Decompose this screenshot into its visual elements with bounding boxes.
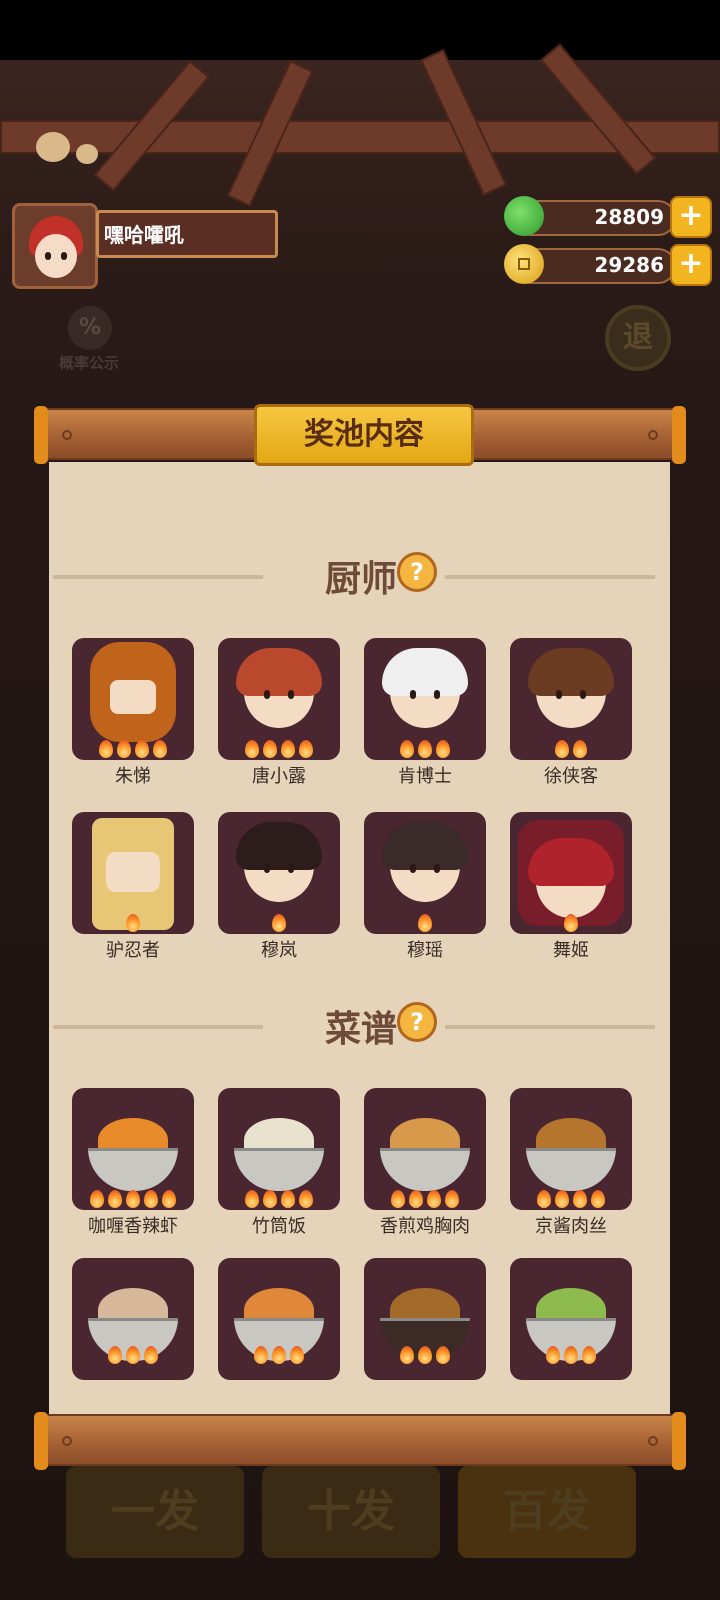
recipe-card[interactable] bbox=[510, 1258, 632, 1380]
chef-name: 穆瑶 bbox=[407, 940, 443, 961]
recipe-card[interactable] bbox=[510, 1088, 632, 1210]
chef-card[interactable] bbox=[218, 638, 340, 760]
draw-hundred-button: 百发 bbox=[458, 1466, 636, 1558]
player-avatar[interactable] bbox=[12, 203, 98, 289]
recipe-name: 京酱肉丝 bbox=[535, 1216, 607, 1237]
jade-icon bbox=[504, 196, 544, 236]
gold-coin-icon bbox=[504, 244, 544, 284]
recipe-name: 竹筒饭 bbox=[252, 1216, 306, 1237]
coin-amount: 29286 bbox=[594, 253, 664, 277]
roof-brace bbox=[540, 43, 657, 175]
jade-amount: 28809 bbox=[594, 205, 664, 229]
section-divider bbox=[445, 1025, 655, 1029]
chef-card[interactable] bbox=[510, 638, 632, 760]
recipe-card[interactable] bbox=[72, 1088, 194, 1210]
chef-card[interactable] bbox=[510, 812, 632, 934]
recipe-card[interactable] bbox=[218, 1258, 340, 1380]
recipe-card[interactable] bbox=[364, 1088, 486, 1210]
panel-title: 奖池内容 bbox=[254, 404, 474, 466]
recipe-card[interactable] bbox=[72, 1258, 194, 1380]
chef-name: 朱悌 bbox=[115, 766, 151, 787]
add-jade-button[interactable]: + bbox=[670, 196, 712, 238]
chef-card[interactable] bbox=[72, 812, 194, 934]
section-divider bbox=[53, 575, 263, 579]
recipe-name: 香煎鸡胸肉 bbox=[380, 1216, 470, 1237]
player-name: 嘿哈嚯吼 bbox=[104, 223, 184, 247]
chef-card[interactable] bbox=[218, 812, 340, 934]
section-divider bbox=[445, 575, 655, 579]
status-bar bbox=[0, 0, 720, 60]
draw-ten-button: 十发 bbox=[262, 1466, 440, 1558]
chef-card[interactable] bbox=[72, 638, 194, 760]
chef-name: 肯博士 bbox=[398, 766, 452, 787]
section-divider bbox=[53, 1025, 263, 1029]
recipe-card[interactable] bbox=[364, 1258, 486, 1380]
chef-name: 穆岚 bbox=[261, 940, 297, 961]
back-button[interactable]: 退 bbox=[605, 305, 671, 371]
scroll-fade bbox=[49, 1382, 670, 1418]
probability-label[interactable]: 概率公示 bbox=[46, 352, 132, 373]
chefs-help-button[interactable]: ? bbox=[397, 552, 437, 592]
chef-card[interactable] bbox=[364, 812, 486, 934]
draw-one-button: 一发 bbox=[66, 1466, 244, 1558]
chef-name: 唐小露 bbox=[252, 766, 306, 787]
chef-name: 驴忍者 bbox=[106, 940, 160, 961]
scroll-bottom-rod bbox=[34, 1412, 686, 1470]
chick-decoration bbox=[76, 144, 98, 164]
chef-name: 徐侠客 bbox=[544, 766, 598, 787]
prize-pool-panel[interactable]: 厨师 ? 朱悌 唐小露 肯博士 徐侠客 驴忍者 穆岚 穆瑶 舞姬 菜谱 ? 咖喱… bbox=[49, 462, 670, 1418]
recipes-help-button[interactable]: ? bbox=[397, 1002, 437, 1042]
chef-name: 舞姬 bbox=[553, 940, 589, 961]
percent-icon[interactable]: % bbox=[68, 306, 112, 350]
recipe-name: 咖喱香辣虾 bbox=[88, 1216, 178, 1237]
chef-card[interactable] bbox=[364, 638, 486, 760]
chick-decoration bbox=[36, 132, 70, 162]
add-coin-button[interactable]: + bbox=[670, 244, 712, 286]
recipe-card[interactable] bbox=[218, 1088, 340, 1210]
